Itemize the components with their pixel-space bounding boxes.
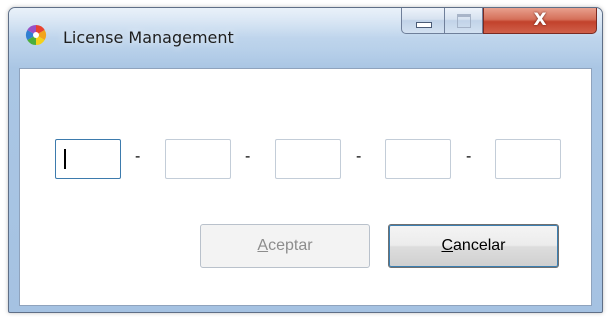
key-separator: - [245,148,251,165]
minimize-button[interactable] [401,8,445,34]
window-title: License Management [63,28,234,47]
maximize-icon [457,14,471,28]
cancel-label: ancelar [453,237,506,254]
accept-mnemonic: A [257,237,269,254]
accept-button[interactable]: Aceptar [200,224,370,268]
close-icon: X [533,10,547,30]
license-key-segment-3[interactable] [275,139,341,179]
close-button[interactable]: X [483,8,597,34]
key-separator: - [356,148,362,165]
license-dialog-window: License Management X - - - - Aceptar Can… [8,7,603,313]
license-key-segment-5[interactable] [495,139,561,179]
accept-label: ceptar [268,237,313,254]
minimize-icon [416,22,432,28]
pinwheel-app-icon [25,24,47,46]
cancel-button[interactable]: Cancelar [388,224,559,268]
text-caret [64,149,66,169]
title-bar[interactable]: License Management X [9,8,602,63]
key-separator: - [466,148,472,165]
caption-buttons: X [401,8,601,36]
license-key-segment-2[interactable] [165,139,231,179]
cancel-mnemonic: C [441,237,454,254]
dialog-body: - - - - Aceptar Cancelar [19,68,592,306]
license-key-segment-4[interactable] [385,139,451,179]
key-separator: - [135,148,141,165]
license-key-segment-1[interactable] [55,139,121,179]
maximize-button[interactable] [445,8,483,34]
